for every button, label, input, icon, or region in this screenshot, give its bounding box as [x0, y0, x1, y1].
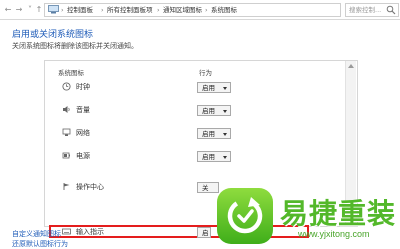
search-input[interactable]: 搜索控制... [345, 3, 399, 17]
row-label-action-center: 操作中心 [76, 183, 104, 191]
behavior-value: 启用 [202, 84, 215, 92]
row-label-network: 网络 [76, 129, 90, 137]
power-icon [62, 152, 70, 159]
breadcrumb-notification-area[interactable]: 通知区域图标 [163, 5, 202, 15]
behavior-select-power[interactable]: 启用 [197, 151, 231, 162]
breadcrumb-separator: › [61, 6, 64, 14]
chevron-down-icon [223, 133, 227, 136]
address-bar: ← → ˅ ↑ › 控制面板 › 所有控制面板项 › 通知区域图标 › 系统图标… [0, 0, 400, 20]
row-label-clock: 时钟 [76, 83, 90, 91]
row-label-input-indicator: 输入指示 [76, 228, 104, 236]
behavior-value: 关 [202, 184, 209, 192]
behavior-value: 启用 [202, 153, 215, 161]
column-header-icon: 系统图标 [58, 69, 84, 77]
row-label-power: 电源 [76, 152, 90, 160]
breadcrumb-all-items[interactable]: 所有控制面板项 [107, 5, 153, 15]
behavior-select-network[interactable]: 启用 [197, 128, 231, 139]
search-placeholder: 搜索控制... [349, 6, 382, 14]
behavior-select-action-center[interactable]: 关 [197, 182, 219, 193]
behavior-select-clock[interactable]: 启用 [197, 82, 231, 93]
behavior-select-input-indicator[interactable]: 启 [197, 227, 211, 238]
breadcrumb-system-icons[interactable]: 系统图标 [211, 5, 237, 15]
control-panel-icon [48, 5, 59, 14]
breadcrumb-separator: › [205, 6, 208, 14]
search-icon[interactable] [386, 5, 396, 15]
breadcrumb-separator: › [101, 6, 104, 14]
scroll-up-icon[interactable] [348, 64, 354, 68]
chevron-down-icon [223, 156, 227, 159]
restore-default-behavior-link[interactable]: 还原默认图标行为 [12, 239, 68, 249]
chevron-down-icon [223, 110, 227, 113]
keyboard-icon [62, 228, 71, 235]
breadcrumb[interactable]: › 控制面板 › 所有控制面板项 › 通知区域图标 › 系统图标 [44, 3, 341, 17]
page-title: 启用或关闭系统图标 [12, 30, 94, 40]
breadcrumb-control-panel[interactable]: 控制面板 [67, 5, 93, 15]
network-icon [62, 128, 71, 136]
back-arrow-icon[interactable]: ← [3, 4, 13, 15]
breadcrumb-separator: › [157, 6, 160, 14]
behavior-value: 启用 [202, 130, 215, 138]
forward-arrow-icon[interactable]: → [14, 4, 24, 15]
chevron-down-icon [223, 87, 227, 90]
column-header-behavior: 行为 [199, 69, 212, 77]
page-subtitle: 关闭系统图标将删除该图标并关闭通知。 [12, 42, 138, 50]
behavior-value: 启 [202, 229, 209, 237]
clock-icon [62, 82, 71, 91]
behavior-value: 启用 [202, 107, 215, 115]
action-center-icon [63, 183, 70, 190]
volume-icon [63, 106, 70, 113]
watermark-logo [217, 188, 273, 244]
watermark-brand: 易捷重装 [280, 197, 397, 230]
row-label-volume: 音量 [76, 106, 90, 114]
up-arrow-icon[interactable]: ↑ [34, 4, 44, 15]
watermark-url: www.yjxitong.com [298, 229, 370, 239]
refresh-icon [227, 197, 263, 234]
customize-notification-icons-link[interactable]: 自定义通知图标 [12, 229, 61, 239]
behavior-select-volume[interactable]: 启用 [197, 105, 231, 116]
